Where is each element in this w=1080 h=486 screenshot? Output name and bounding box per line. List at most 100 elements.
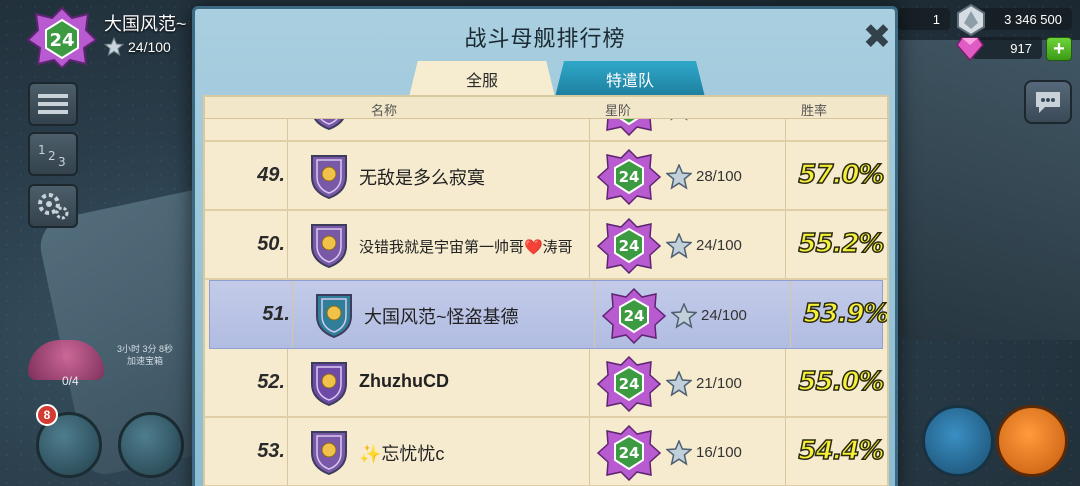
table-row[interactable]: 49. 无敌是多么寂寞 24 28/100 57.0% [205,142,887,211]
svg-text:1: 1 [38,143,46,157]
leaderboard-rows: 48.荒年无限2448/10056.3%49.无敌是多么寂寞2428/10057… [205,97,887,486]
settings-button[interactable] [28,184,78,228]
star-progress-cell: 28/100 [696,168,742,185]
chest-timer-text: 3小时 3分 8秒 [116,344,174,354]
table-row[interactable]: 53. ✨忘忧忧c 24 16/100 54.4% [205,418,887,486]
resource-box-1-value: 1 [932,11,940,27]
leaderboard-button[interactable]: 123 [28,132,78,176]
shield-emblem-icon [316,294,352,338]
star-icon [666,440,692,466]
svg-text:3: 3 [58,155,66,168]
table-header: 名称 星阶 胜率 [205,97,887,119]
player-name-cell: 没错我就是宇宙第一帅哥❤️涛哥 [359,239,573,256]
base-button[interactable] [922,405,994,477]
diamond-icon [956,37,984,62]
column-divider [790,281,791,348]
winrate-cell: 53.9% [803,298,889,330]
column-winrate-header: 胜率 [801,103,828,118]
resource-box-1: 1 [898,8,950,30]
column-divider [287,418,288,485]
chest-timer: 3小时 3分 8秒 加速宝箱 [100,343,190,367]
column-divider [292,281,293,348]
winrate-cell: 55.0% [798,366,886,398]
rank-number: 49. [257,164,285,186]
star-icon [666,371,692,397]
hamburger-icon [38,94,68,114]
player-name-cell: 无敌是多么寂寞 [359,168,485,188]
column-divider [785,211,786,278]
leaderboard-modal: 战斗母舰排行榜 ✖ 全服 特遣队 名称 星阶 胜率 48.荒年无限2448/10… [192,6,898,486]
column-divider [589,211,590,278]
chest-speedup-text: 加速宝箱 [126,356,163,366]
crystal-value: 3 346 500 [1004,11,1062,27]
player-name-cell: 大国风范~怪盗基德 [364,307,519,327]
star-icon [666,164,692,190]
star-icon [104,37,124,57]
svg-text:2: 2 [48,149,56,163]
column-divider [589,142,590,209]
rank-number: 53. [257,440,285,462]
player-name: 大国风范~ [104,14,187,34]
close-button[interactable]: ✖ [861,20,893,55]
leaderboard-table: 名称 星阶 胜率 48.荒年无限2448/10056.3%49.无敌是多么寂寞2… [203,95,889,486]
player-level-text: 24 [49,30,74,51]
player-star-count: 24/100 [128,39,171,55]
buy-gems-button[interactable]: + [1046,37,1072,61]
shield-emblem-icon [311,362,347,406]
column-divider [287,349,288,416]
column-divider [785,142,786,209]
rank-level-text: 24 [619,168,640,186]
player-star-progress: 24/100 [104,37,171,57]
rank-number: 50. [257,233,285,255]
player-level-badge[interactable]: 24 [26,6,98,68]
column-divider [589,349,590,416]
rank-level-badge-icon: 24 [602,288,666,344]
rank-number: 52. [257,371,285,393]
chat-bubble-icon [1036,92,1060,113]
rank-level-text: 24 [619,375,640,393]
attack-button[interactable] [996,405,1068,477]
winrate-cell: 55.2% [798,228,886,260]
crystal-icon [957,4,985,36]
notification-badge: 8 [36,404,58,426]
star-progress-cell: 24/100 [701,307,747,324]
winrate-cell: 57.0% [798,159,886,191]
shield-emblem-icon [311,431,347,475]
column-divider [589,418,590,485]
ranking-icon: 123 [38,143,66,168]
crystal-resource: 3 346 500 [972,8,1072,30]
gem-value: 917 [1010,40,1032,56]
shield-emblem-icon [311,155,347,199]
rank-level-text: 24 [619,444,640,462]
rank-level-badge-icon: 24 [597,149,661,205]
column-divider [785,418,786,485]
column-divider [594,281,595,348]
table-row[interactable]: 52. ZhuzhuCD 24 21/100 55.0% [205,349,887,418]
chat-button[interactable] [1024,80,1072,124]
gear-icon [38,193,69,220]
column-divider [287,211,288,278]
chest-count: 0/4 [62,374,79,388]
rank-level-text: 24 [624,307,645,325]
column-divider [287,142,288,209]
winrate-cell: 54.4% [798,435,886,467]
weapons-button[interactable] [118,412,184,478]
column-divider [785,349,786,416]
star-icon [671,303,697,329]
modal-title: 战斗母舰排行榜 [464,26,626,51]
table-row-current-player[interactable]: 51. 大国风范~怪盗基德 24 24/100 53.9% [209,280,887,349]
column-name-header: 名称 [371,103,398,118]
star-progress-cell: 16/100 [696,444,742,461]
tab-global[interactable]: 全服 [409,61,555,97]
rank-level-text: 24 [619,237,640,255]
table-row[interactable]: 50. 没错我就是宇宙第一帅哥❤️涛哥 24 24/100 55.2% [205,211,887,280]
menu-button[interactable] [28,82,78,126]
player-name-cell: ZhuzhuCD [359,371,449,391]
column-rank-header: 星阶 [605,103,632,118]
star-progress-cell: 21/100 [696,375,742,392]
rank-level-badge-icon: 24 [597,356,661,412]
rank-number: 51. [262,303,290,325]
rank-level-badge-icon: 24 [597,218,661,274]
player-name-cell: ✨忘忧忧c [359,444,445,464]
tab-task-force[interactable]: 特遣队 [555,61,705,97]
